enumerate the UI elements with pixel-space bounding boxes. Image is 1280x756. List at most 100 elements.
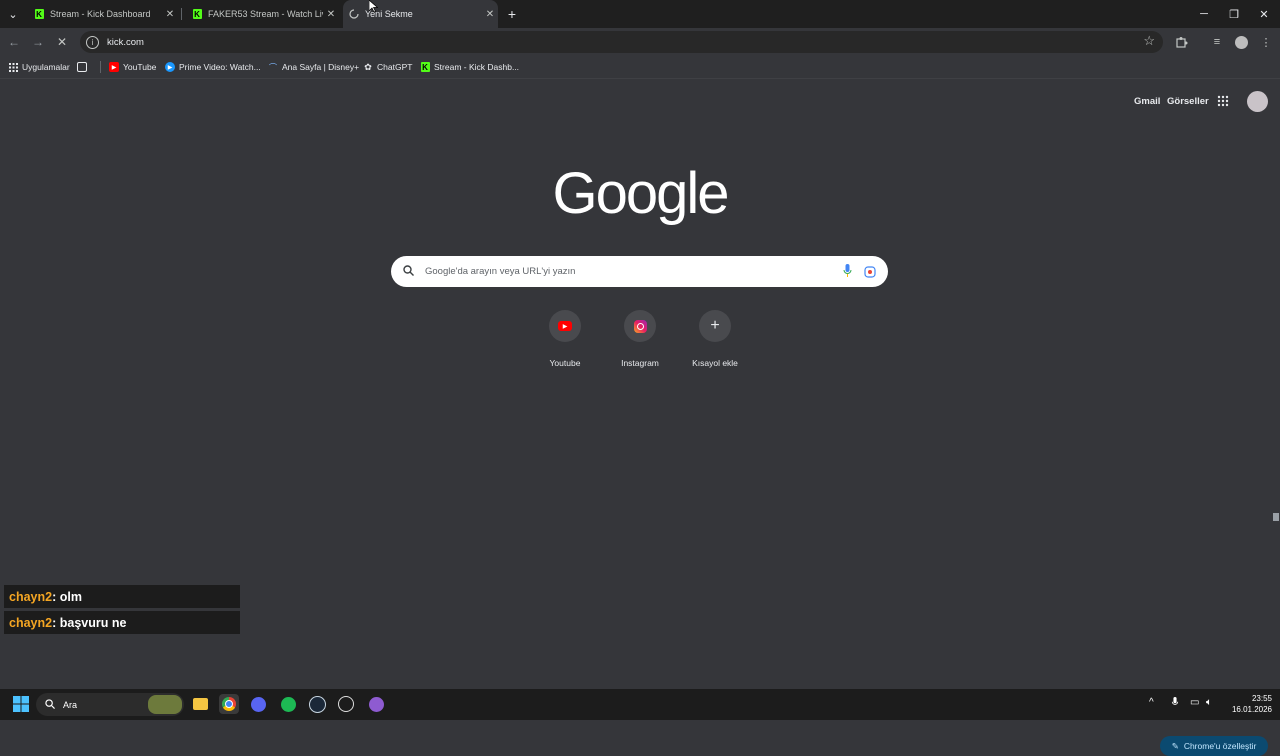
tray-chevron-up-icon[interactable]: ^: [1149, 697, 1154, 708]
url-text[interactable]: kick.com: [107, 37, 144, 48]
extensions-puzzle-icon[interactable]: [1174, 34, 1190, 50]
gmail-link[interactable]: Gmail: [1134, 96, 1160, 107]
forward-arrow-icon[interactable]: →: [28, 32, 48, 52]
youtube-icon: ▶: [549, 310, 581, 342]
restore-icon[interactable]: ❐: [1218, 0, 1250, 28]
bookmark-kick-dashboard[interactable]: K Stream - Kick Dashb...: [420, 56, 519, 78]
chat-text: : olm: [52, 589, 82, 604]
bookmark-youtube[interactable]: ▶ YouTube: [109, 56, 156, 78]
customize-label: Chrome'u özelleştir: [1183, 741, 1257, 751]
shortcut-label: Instagram: [621, 358, 659, 368]
bookmark-chatgpt[interactable]: ✿ ChatGPT: [363, 56, 412, 78]
taskbar-clock[interactable]: 23:55 16.01.2026: [1224, 693, 1272, 715]
close-icon[interactable]: ✕: [162, 9, 178, 20]
stop-loading-icon[interactable]: ✕: [52, 32, 72, 52]
side-panel-handle[interactable]: [1273, 513, 1279, 521]
media-controls-icon[interactable]: ≡: [1209, 34, 1225, 50]
windows-start-icon[interactable]: [11, 694, 31, 714]
search-highlight-image: [148, 695, 182, 714]
volume-icon[interactable]: 🔈︎: [1206, 697, 1212, 708]
search-icon: [45, 698, 55, 711]
instagram-icon: [624, 310, 656, 342]
bookmark-label: Ana Sayfa | Disney+: [282, 62, 360, 72]
apps-grid-icon: [8, 62, 18, 72]
obs-icon[interactable]: [336, 694, 356, 714]
chatgpt-icon: ✿: [364, 61, 372, 72]
bookmark-star-icon[interactable]: ☆: [1143, 33, 1155, 49]
search-icon: [403, 264, 417, 279]
search-box[interactable]: Google'da arayın veya URL'yi yazın: [391, 256, 888, 287]
bookmark-separator: [100, 61, 101, 73]
search-input[interactable]: Google'da arayın veya URL'yi yazın: [425, 266, 575, 277]
bookmark-disney[interactable]: ⌒ Ana Sayfa | Disney+: [268, 56, 359, 78]
bookmarks-bar: Uygulamalar ▶ YouTube ▶ Prime Video: Wat…: [0, 56, 1280, 79]
bookmark-prime-video[interactable]: ▶ Prime Video: Watch...: [165, 56, 261, 78]
account-avatar[interactable]: [1247, 91, 1268, 112]
microphone-icon[interactable]: [843, 264, 852, 283]
site-info-icon[interactable]: i: [86, 35, 99, 49]
chrome-icon[interactable]: [219, 694, 239, 714]
taskbar-search-label: Ara: [63, 699, 78, 710]
chat-overlay: chayn2 : olm chayn2 : başvuru ne: [4, 585, 240, 637]
tab-faker53-stream[interactable]: K FAKER53 Stream - Watch Live o ✕: [186, 0, 339, 28]
google-lens-icon[interactable]: [864, 265, 876, 283]
clock-time: 23:55: [1251, 694, 1272, 703]
kick-icon: K: [192, 9, 202, 19]
shortcut-add[interactable]: + Kısayol ekle: [680, 310, 750, 368]
close-icon[interactable]: ✕: [482, 9, 498, 20]
minimize-icon[interactable]: ─: [1188, 0, 1220, 28]
address-bar[interactable]: i kick.com ☆: [80, 31, 1163, 53]
tab-title: Stream - Kick Dashboard: [50, 9, 151, 19]
taskbar-search[interactable]: Ara: [36, 693, 184, 716]
shortcut-label: Youtube: [549, 358, 581, 368]
customize-chrome-button[interactable]: ✎ Chrome'u özelleştir: [1160, 736, 1268, 756]
disney-icon: ⌒: [269, 62, 277, 72]
kick-icon: K: [34, 9, 44, 19]
chat-message: chayn2 : başvuru ne: [4, 611, 240, 634]
close-icon[interactable]: ✕: [323, 9, 339, 20]
chat-message: chayn2 : olm: [4, 585, 240, 608]
chat-username: chayn2: [9, 615, 53, 630]
tab-search-chevron-icon[interactable]: ⌄: [2, 0, 24, 28]
bookmark-label: Prime Video: Watch...: [179, 62, 261, 72]
plus-icon: +: [699, 310, 731, 342]
prime-video-icon: ▶: [165, 62, 175, 72]
spotify-icon[interactable]: [278, 694, 298, 714]
shortcut-instagram[interactable]: Instagram: [605, 310, 675, 368]
pencil-icon: ✎: [1171, 740, 1179, 751]
file-explorer-icon[interactable]: [190, 694, 210, 714]
app-purple-icon[interactable]: [366, 694, 386, 714]
new-tab-plus-icon[interactable]: +: [500, 0, 524, 28]
bookmark-label: YouTube: [123, 62, 157, 72]
tab-title: Yeni Sekme: [365, 9, 413, 19]
mouse-cursor-icon: [368, 0, 379, 18]
back-arrow-icon[interactable]: ←: [4, 32, 24, 52]
bookmark-label: Uygulamalar: [22, 62, 70, 72]
google-logo: Google: [552, 161, 729, 226]
tab-separator: [181, 8, 182, 20]
images-link[interactable]: Görseller: [1167, 96, 1209, 107]
shortcut-youtube[interactable]: ▶ Youtube: [530, 310, 600, 368]
browser-toolbar: ← → ✕ i kick.com ☆ ≡ ⋮: [0, 28, 1280, 56]
bookmark-label: ChatGPT: [377, 62, 413, 72]
window-close-icon[interactable]: ✕: [1248, 0, 1280, 28]
grid-icon: [77, 62, 87, 72]
chat-text: : başvuru ne: [52, 615, 127, 630]
profile-avatar-icon[interactable]: [1233, 34, 1249, 50]
bookmark-apps[interactable]: Uygulamalar: [8, 56, 70, 78]
tab-groups-grid-icon[interactable]: [77, 56, 91, 78]
tab-title: FAKER53 Stream - Watch Live o: [208, 9, 323, 19]
google-apps-icon[interactable]: [1217, 94, 1231, 108]
tab-kick-dashboard[interactable]: K Stream - Kick Dashboard ✕: [28, 0, 178, 28]
tab-new-tab[interactable]: Yeni Sekme ✕: [343, 0, 498, 28]
youtube-icon: ▶: [109, 62, 119, 72]
loading-spinner-icon: [349, 9, 359, 19]
kick-icon: K: [420, 62, 430, 72]
discord-icon[interactable]: [248, 694, 268, 714]
more-menu-icon[interactable]: ⋮: [1258, 34, 1274, 50]
bookmark-label: Stream - Kick Dashb...: [434, 62, 520, 72]
steam-icon[interactable]: [307, 694, 327, 714]
clock-date: 16.01.2026: [1231, 705, 1272, 714]
microphone-tray-icon[interactable]: [1171, 697, 1179, 711]
network-icon[interactable]: ▭: [1190, 697, 1199, 708]
